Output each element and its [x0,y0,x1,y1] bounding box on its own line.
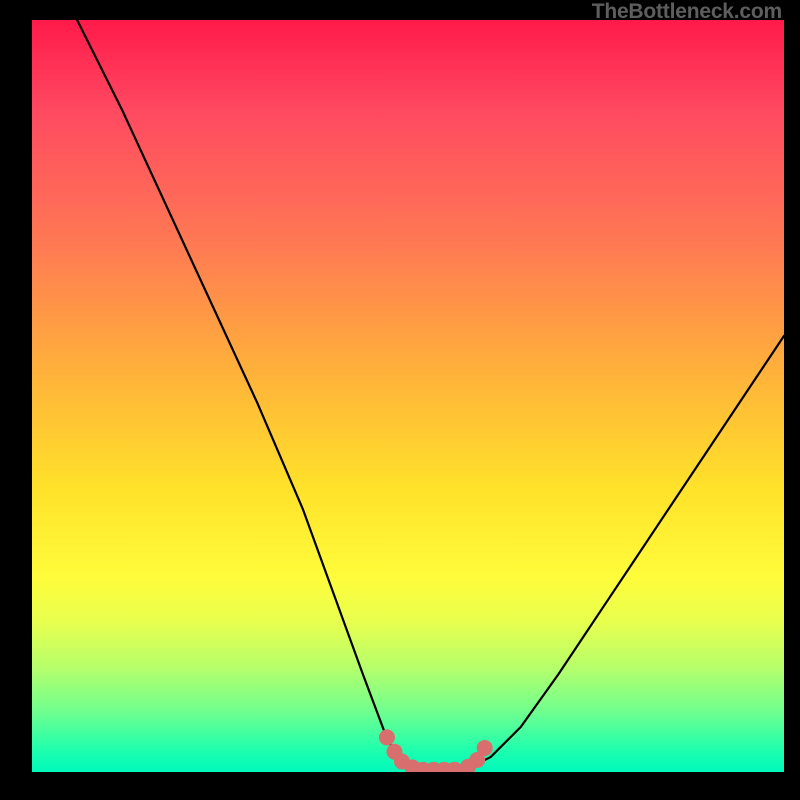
marker-dots [379,729,493,772]
curve-path [77,20,784,772]
marker-dot [477,740,493,756]
curve-line [77,20,784,772]
chart-frame: TheBottleneck.com [0,0,800,800]
marker-dot [379,729,395,745]
watermark-text: TheBottleneck.com [592,0,782,24]
plot-area [32,20,784,772]
chart-svg [32,20,784,772]
